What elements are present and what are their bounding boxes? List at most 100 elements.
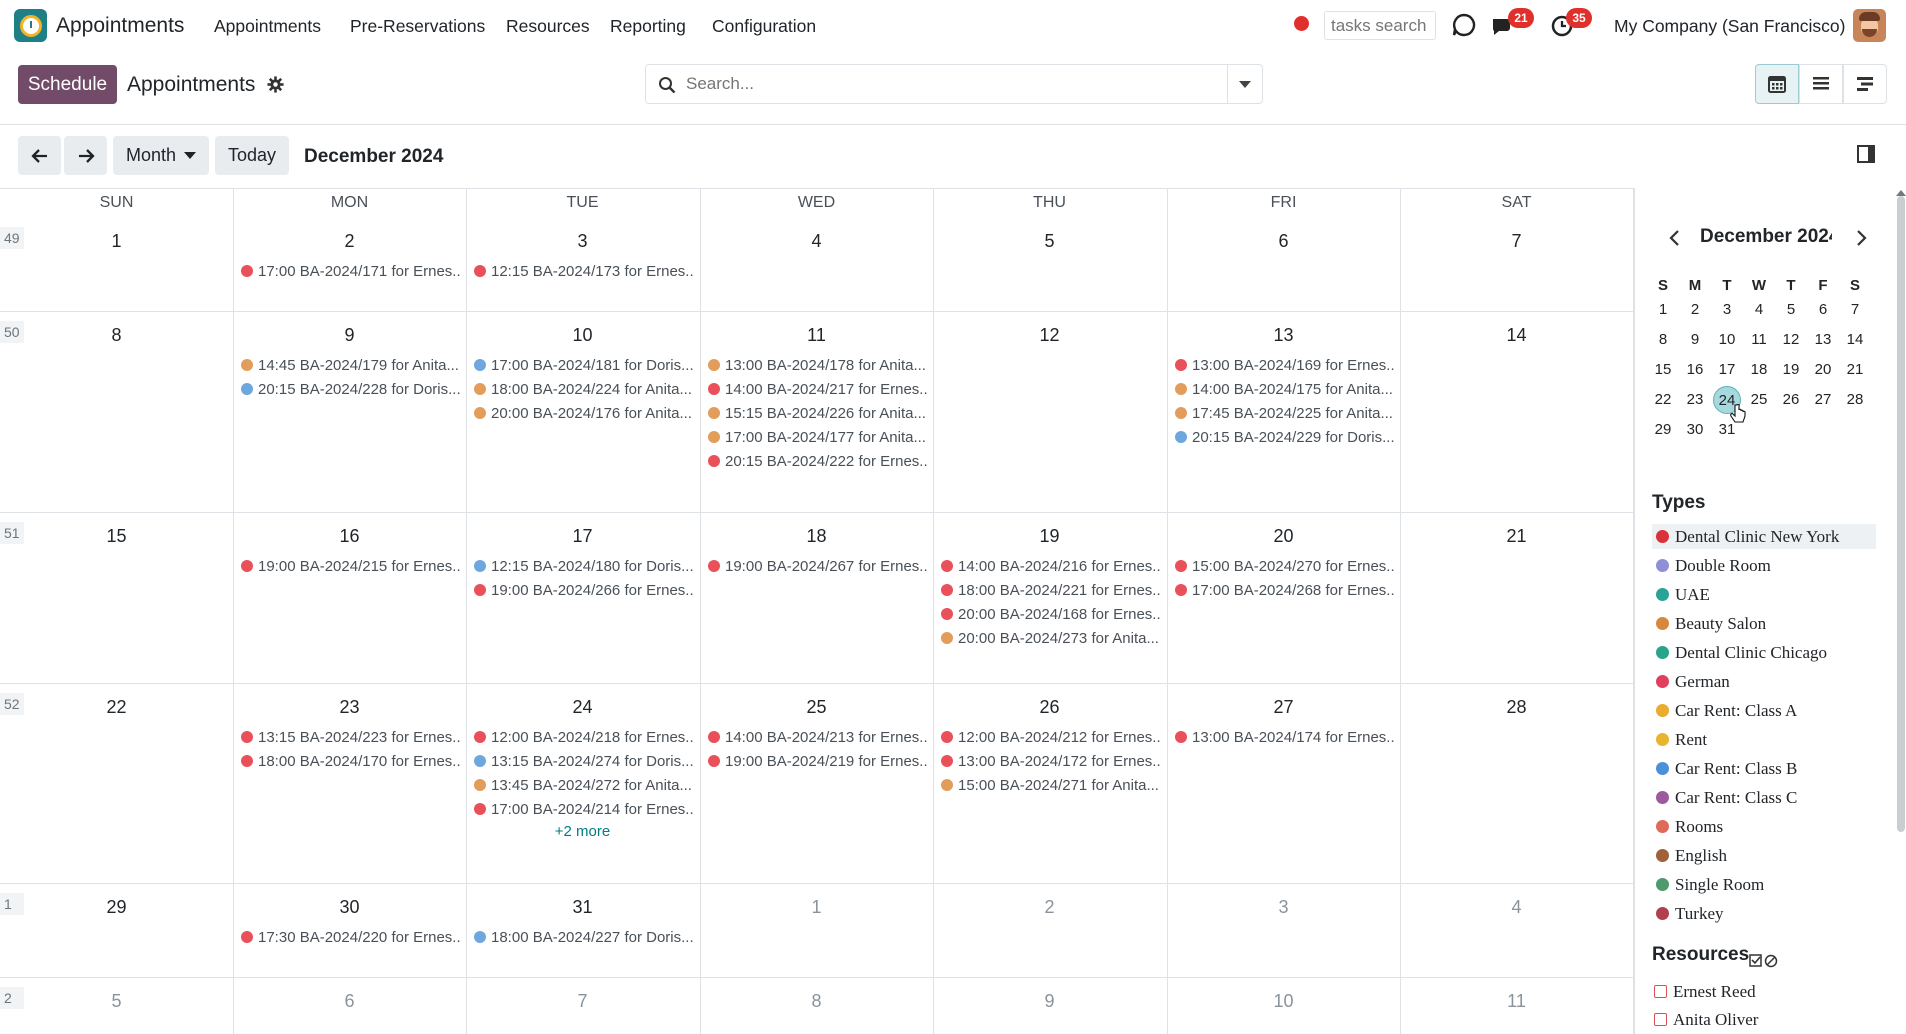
mini-calendar-next-icon[interactable] — [1851, 228, 1871, 248]
mini-day[interactable]: 27 — [1807, 386, 1839, 414]
day-number[interactable]: 18 — [700, 526, 933, 547]
day-number[interactable]: 7 — [466, 991, 699, 1012]
mini-day[interactable]: 12 — [1775, 326, 1807, 354]
calendar-event[interactable]: 15:00 BA-2024/271 for Anita... — [941, 777, 1161, 797]
day-number[interactable]: 8 — [0, 325, 233, 346]
calendar-event[interactable]: 17:00 BA-2024/177 for Anita... — [708, 429, 928, 449]
menu-resources[interactable]: Resources — [506, 16, 590, 37]
calendar-event[interactable]: 12:00 BA-2024/212 for Ernes... — [941, 729, 1161, 749]
mini-day[interactable]: 10 — [1711, 326, 1743, 354]
calendar-event[interactable]: 14:00 BA-2024/217 for Ernes... — [708, 381, 928, 401]
day-number[interactable]: 26 — [933, 697, 1166, 718]
calendar-event[interactable]: 18:00 BA-2024/221 for Ernes... — [941, 582, 1161, 602]
calendar-event[interactable]: 13:45 BA-2024/272 for Anita... — [474, 777, 694, 797]
calendar-event[interactable]: 17:00 BA-2024/171 for Ernes... — [241, 263, 461, 283]
type-filter-item[interactable]: Dental Clinic Chicago — [1652, 640, 1876, 665]
calendar-event[interactable]: 17:45 BA-2024/225 for Anita... — [1175, 405, 1395, 425]
mini-day[interactable]: 22 — [1647, 386, 1679, 414]
type-filter-item[interactable]: Turkey — [1652, 901, 1876, 926]
more-events-link[interactable]: +2 more — [466, 823, 699, 840]
day-number[interactable]: 5 — [933, 231, 1166, 252]
resource-checkbox[interactable] — [1654, 985, 1667, 998]
app-name[interactable]: Appointments — [56, 14, 184, 38]
mini-day[interactable]: 9 — [1679, 326, 1711, 354]
mini-day[interactable]: 3 — [1711, 296, 1743, 324]
type-filter-item[interactable]: Car Rent: Class B — [1652, 756, 1876, 781]
day-number[interactable]: 31 — [466, 897, 699, 918]
day-number[interactable]: 16 — [233, 526, 466, 547]
calendar-event[interactable]: 13:00 BA-2024/169 for Ernes... — [1175, 357, 1395, 377]
day-number[interactable]: 22 — [0, 697, 233, 718]
day-number[interactable]: 10 — [1167, 991, 1400, 1012]
type-filter-item[interactable]: Car Rent: Class A — [1652, 698, 1876, 723]
day-number[interactable]: 2 — [233, 231, 466, 252]
calendar-event[interactable]: 13:00 BA-2024/172 for Ernes... — [941, 753, 1161, 773]
day-number[interactable]: 4 — [700, 231, 933, 252]
mini-day[interactable]: 13 — [1807, 326, 1839, 354]
day-number[interactable]: 14 — [1400, 325, 1633, 346]
mini-day[interactable]: 19 — [1775, 356, 1807, 384]
calendar-event[interactable]: 14:00 BA-2024/216 for Ernes... — [941, 558, 1161, 578]
day-number[interactable]: 11 — [1400, 991, 1633, 1012]
menu-appointments[interactable]: Appointments — [214, 16, 321, 37]
type-filter-item[interactable]: Double Room — [1652, 553, 1876, 578]
type-filter-item[interactable]: Single Room — [1652, 872, 1876, 897]
mini-day[interactable]: 11 — [1743, 326, 1775, 354]
mini-day[interactable]: 6 — [1807, 296, 1839, 324]
mini-day[interactable]: 4 — [1743, 296, 1775, 324]
calendar-event[interactable]: 12:15 BA-2024/173 for Ernes... — [474, 263, 694, 283]
menu-pre-reservations[interactable]: Pre-Reservations — [350, 16, 485, 37]
day-number[interactable]: 6 — [1167, 231, 1400, 252]
calendar-event[interactable]: 19:00 BA-2024/266 for Ernes... — [474, 582, 694, 602]
day-number[interactable]: 30 — [233, 897, 466, 918]
calendar-event[interactable]: 14:00 BA-2024/175 for Anita... — [1175, 381, 1395, 401]
calendar-event[interactable]: 13:00 BA-2024/178 for Anita... — [708, 357, 928, 377]
type-filter-item[interactable]: Rent — [1652, 727, 1876, 752]
mini-day[interactable]: 14 — [1839, 326, 1871, 354]
calendar-event[interactable]: 19:00 BA-2024/215 for Ernes... — [241, 558, 461, 578]
mini-day[interactable]: 17 — [1711, 356, 1743, 384]
mini-day[interactable]: 20 — [1807, 356, 1839, 384]
mini-day[interactable]: 15 — [1647, 356, 1679, 384]
day-number[interactable]: 24 — [466, 697, 699, 718]
type-filter-item[interactable]: English — [1652, 843, 1876, 868]
day-number[interactable]: 12 — [933, 325, 1166, 346]
calendar-event[interactable]: 13:00 BA-2024/174 for Ernes... — [1175, 729, 1395, 749]
day-number[interactable]: 20 — [1167, 526, 1400, 547]
mini-day[interactable]: 16 — [1679, 356, 1711, 384]
calendar-event[interactable]: 20:00 BA-2024/168 for Ernes... — [941, 606, 1161, 626]
type-filter-item[interactable]: Beauty Salon — [1652, 611, 1876, 636]
calendar-event[interactable]: 14:00 BA-2024/213 for Ernes... — [708, 729, 928, 749]
mini-day[interactable]: 25 — [1743, 386, 1775, 414]
day-number[interactable]: 15 — [0, 526, 233, 547]
calendar-event[interactable]: 20:15 BA-2024/228 for Doris... — [241, 381, 461, 401]
search-options-toggle[interactable] — [1227, 64, 1263, 104]
type-filter-item[interactable]: German — [1652, 669, 1876, 694]
company-switcher[interactable]: My Company (San Francisco) — [1614, 16, 1845, 37]
type-filter-item[interactable]: UAE — [1652, 582, 1876, 607]
user-avatar[interactable] — [1853, 9, 1886, 42]
day-number[interactable]: 19 — [933, 526, 1166, 547]
calendar-event[interactable]: 13:15 BA-2024/274 for Doris... — [474, 753, 694, 773]
type-filter-item[interactable]: Car Rent: Class C — [1652, 785, 1876, 810]
day-number[interactable]: 9 — [933, 991, 1166, 1012]
gear-icon[interactable] — [267, 76, 284, 93]
calendar-event[interactable]: 12:15 BA-2024/180 for Doris... — [474, 558, 694, 578]
calendar-event[interactable]: 18:00 BA-2024/170 for Ernes... — [241, 753, 461, 773]
calendar-event[interactable]: 18:00 BA-2024/224 for Anita... — [474, 381, 694, 401]
mini-day[interactable]: 30 — [1679, 416, 1711, 444]
mini-calendar-prev-icon[interactable] — [1665, 228, 1685, 248]
mini-day[interactable]: 29 — [1647, 416, 1679, 444]
calendar-event[interactable]: 17:00 BA-2024/214 for Ernes... — [474, 801, 694, 821]
view-list-button[interactable] — [1799, 64, 1843, 104]
mini-day[interactable]: 18 — [1743, 356, 1775, 384]
day-number[interactable]: 3 — [1167, 897, 1400, 918]
calendar-event[interactable]: 20:15 BA-2024/222 for Ernes... — [708, 453, 928, 473]
calendar-event[interactable]: 20:00 BA-2024/273 for Anita... — [941, 630, 1161, 650]
mini-day[interactable]: 26 — [1775, 386, 1807, 414]
search-input[interactable] — [686, 72, 1206, 96]
calendar-event[interactable]: 17:30 BA-2024/220 for Ernes... — [241, 929, 461, 949]
day-number[interactable]: 2 — [933, 897, 1166, 918]
mini-day[interactable]: 1 — [1647, 296, 1679, 324]
mini-day[interactable]: 8 — [1647, 326, 1679, 354]
